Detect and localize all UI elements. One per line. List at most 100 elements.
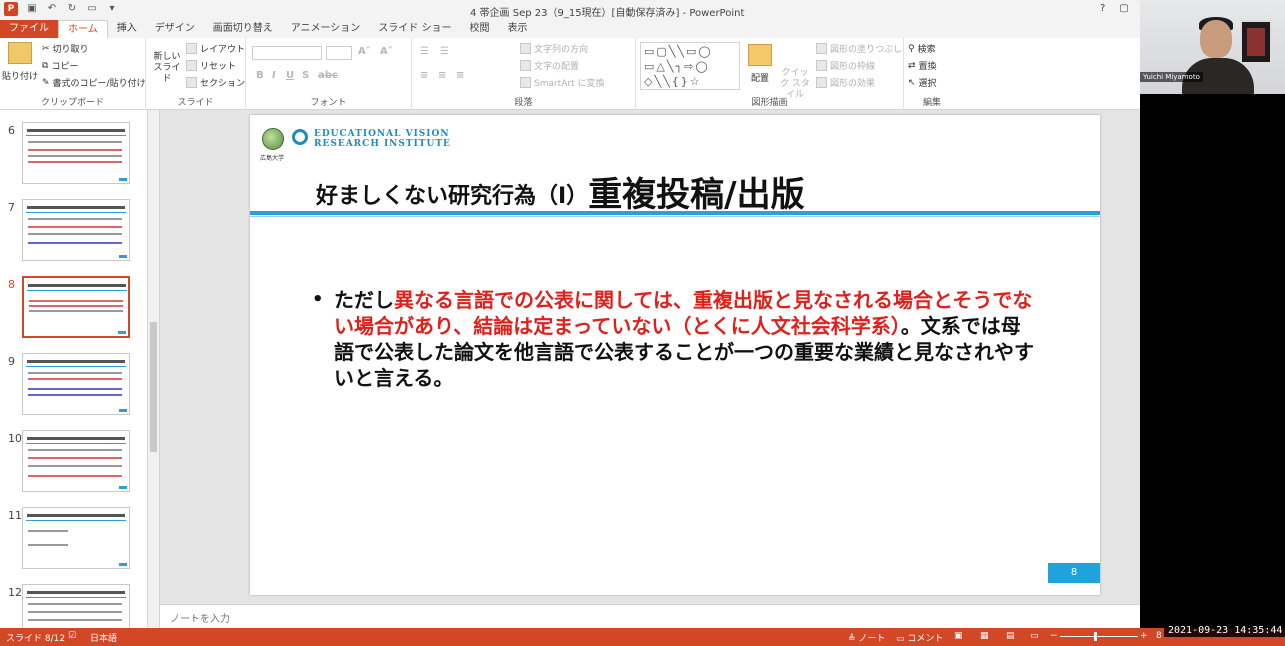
slide-sorter-icon[interactable]: ▦ — [980, 631, 989, 641]
thumb-line — [28, 603, 122, 605]
slide-page-number: 8 — [1048, 563, 1100, 583]
align-left-icon[interactable]: ≡ — [420, 70, 428, 81]
language-indicator[interactable]: 日本語 — [90, 631, 117, 644]
shape-effects-button[interactable]: 図形の効果 — [816, 76, 875, 89]
thumb-page-badge — [119, 563, 127, 566]
replace-button[interactable]: ⇄ 置換 — [908, 59, 937, 73]
align-right-icon[interactable]: ≡ — [456, 70, 464, 81]
tab-view[interactable]: 表示 — [499, 20, 537, 38]
comments-toggle[interactable]: ▭ コメント — [896, 631, 943, 644]
italic-button[interactable]: I — [272, 70, 276, 81]
thumb-rule — [26, 520, 126, 521]
shape-fill-button[interactable]: 図形の塗りつぶし — [816, 42, 902, 55]
start-slideshow-icon[interactable]: ▭ — [86, 3, 98, 15]
comment-icon: ▭ — [896, 634, 908, 644]
find-button[interactable]: ⚲ 検索 — [908, 42, 936, 56]
wall-picture — [1240, 20, 1272, 64]
bold-button[interactable]: B — [256, 70, 264, 81]
text-direction-button[interactable]: 文字列の方向 — [520, 42, 588, 55]
arrange-button[interactable]: 配置 — [746, 44, 774, 84]
slideshow-view-icon[interactable]: ▭ — [1030, 631, 1039, 641]
reset-icon — [186, 60, 197, 71]
zoom-slider-track[interactable] — [1060, 636, 1138, 637]
tab-transitions[interactable]: 画面切り替え — [204, 20, 282, 38]
replace-icon: ⇄ — [908, 60, 916, 71]
thumb-page-badge — [119, 178, 127, 181]
select-button[interactable]: ↖ 選択 — [908, 76, 937, 90]
bullet-text: ただし異なる言語での公表に関しては、重複出版と見なされる場合とそうでない場合があ… — [334, 287, 1034, 391]
underline-button[interactable]: U — [286, 70, 294, 81]
thumb-title — [27, 360, 125, 363]
font-size-combo[interactable] — [326, 46, 352, 60]
tab-insert[interactable]: 挿入 — [108, 20, 146, 38]
arrange-icon — [748, 44, 772, 66]
new-slide-button[interactable]: 新しい スライド — [150, 52, 184, 85]
paste-button[interactable]: 貼り付け — [2, 42, 38, 82]
zoom-slider-thumb[interactable] — [1094, 632, 1097, 641]
shapes-gallery[interactable]: ▭▢╲╲▭◯ ▭△╲┐⇨◯ ◇╲╲{}☆ — [640, 42, 740, 90]
reading-view-icon[interactable]: ▤ — [1006, 631, 1015, 641]
thumb-line — [28, 378, 122, 380]
slide-thumbnail-7[interactable]: 7 — [0, 197, 147, 263]
save-icon[interactable]: ▣ — [26, 3, 38, 15]
tab-review[interactable]: 校閲 — [461, 20, 499, 38]
align-center-icon[interactable]: ≡ — [438, 70, 446, 81]
slide-thumbnail-10[interactable]: 10 — [0, 428, 147, 494]
slide-thumbnail-8[interactable]: 8 — [0, 274, 147, 340]
redo-icon[interactable]: ↻ — [66, 3, 78, 15]
spellcheck-icon[interactable]: ☑ — [68, 631, 76, 641]
notes-pane[interactable]: ノートを入力 — [160, 604, 1190, 628]
title-rule-thin — [250, 216, 1100, 217]
normal-view-icon[interactable]: ▣ — [954, 631, 963, 641]
thumb-line — [28, 388, 122, 390]
tab-file[interactable]: ファイル — [0, 20, 58, 38]
restore-button[interactable]: ▢ — [1119, 3, 1128, 14]
reset-button[interactable]: リセット — [186, 59, 236, 72]
tab-design[interactable]: デザイン — [146, 20, 204, 38]
drawing-group: ▭▢╲╲▭◯ ▭△╲┐⇨◯ ◇╲╲{}☆ 配置 クイック スタイル 図形の塗りつ… — [636, 38, 904, 110]
layout-button[interactable]: レイアウト — [186, 42, 245, 55]
strikethrough-button[interactable]: abc — [318, 70, 338, 81]
shape-outline-button[interactable]: 図形の枠線 — [816, 59, 875, 72]
slide-thumbnail-pane: 6 7 8 9 10 11 12 — [0, 110, 148, 628]
slide-thumbnail-9[interactable]: 9 — [0, 351, 147, 417]
bullets-icon[interactable]: ☰ — [420, 46, 429, 57]
help-button[interactable]: ? — [1100, 3, 1105, 14]
thumbnail-scrollbar[interactable] — [148, 110, 160, 628]
notes-toggle[interactable]: ≜ ノート — [848, 631, 885, 644]
shrink-font-icon[interactable]: A˅ — [380, 46, 393, 57]
zoom-in-button[interactable]: + — [1140, 631, 1148, 641]
numbering-icon[interactable]: ☰ — [440, 46, 449, 57]
cut-button[interactable]: ✂ 切り取り — [42, 42, 89, 56]
slide-thumbnail-12[interactable]: 12 — [0, 582, 147, 628]
text-direction-icon — [520, 43, 531, 54]
tab-home[interactable]: ホーム — [58, 20, 108, 38]
slide-thumbnail-image — [22, 507, 130, 569]
slide-thumbnail-6[interactable]: 6 — [0, 120, 147, 186]
tab-slideshow[interactable]: スライド ショー — [369, 20, 460, 38]
tab-animations[interactable]: アニメーション — [282, 20, 370, 38]
scrollbar-thumb[interactable] — [150, 322, 157, 452]
section-button[interactable]: セクション — [186, 76, 245, 89]
font-name-combo[interactable] — [252, 46, 322, 60]
slide-thumbnail-11[interactable]: 11 — [0, 505, 147, 571]
format-painter-button[interactable]: ✎ 書式のコピー/貼り付け — [42, 76, 146, 90]
thumb-line — [28, 149, 122, 151]
institute-name-line1: EDUCATIONAL VISION — [314, 129, 450, 139]
webcam-video: Yuichi Miyamoto — [1140, 0, 1285, 94]
customize-toolbar-icon[interactable]: ▾ — [106, 3, 118, 15]
clipboard-group: 貼り付け ✂ 切り取り ⧉ コピー ✎ 書式のコピー/貼り付け クリップボード — [0, 38, 146, 110]
grow-font-icon[interactable]: A˄ — [358, 46, 371, 57]
slide-title[interactable]: 好ましくない研究行為（Ⅰ）重複投稿/出版 — [316, 167, 805, 216]
section-icon — [186, 77, 197, 88]
align-text-button[interactable]: 文字の配置 — [520, 59, 579, 72]
zoom-out-button[interactable]: − — [1050, 631, 1058, 641]
undo-icon[interactable]: ↶ — [46, 3, 58, 15]
shadow-button[interactable]: S — [302, 70, 309, 81]
thumb-line — [28, 372, 122, 374]
smartart-button[interactable]: SmartArt に変換 — [520, 76, 604, 89]
current-slide[interactable]: 広島大学 EDUCATIONAL VISION RESEARCH INSTITU… — [250, 115, 1100, 595]
zoom-level[interactable]: 8 — [1156, 631, 1162, 641]
copy-button[interactable]: ⧉ コピー — [42, 59, 78, 73]
ribbon: 貼り付け ✂ 切り取り ⧉ コピー ✎ 書式のコピー/貼り付け クリップボード 新しい… — [0, 38, 1140, 110]
